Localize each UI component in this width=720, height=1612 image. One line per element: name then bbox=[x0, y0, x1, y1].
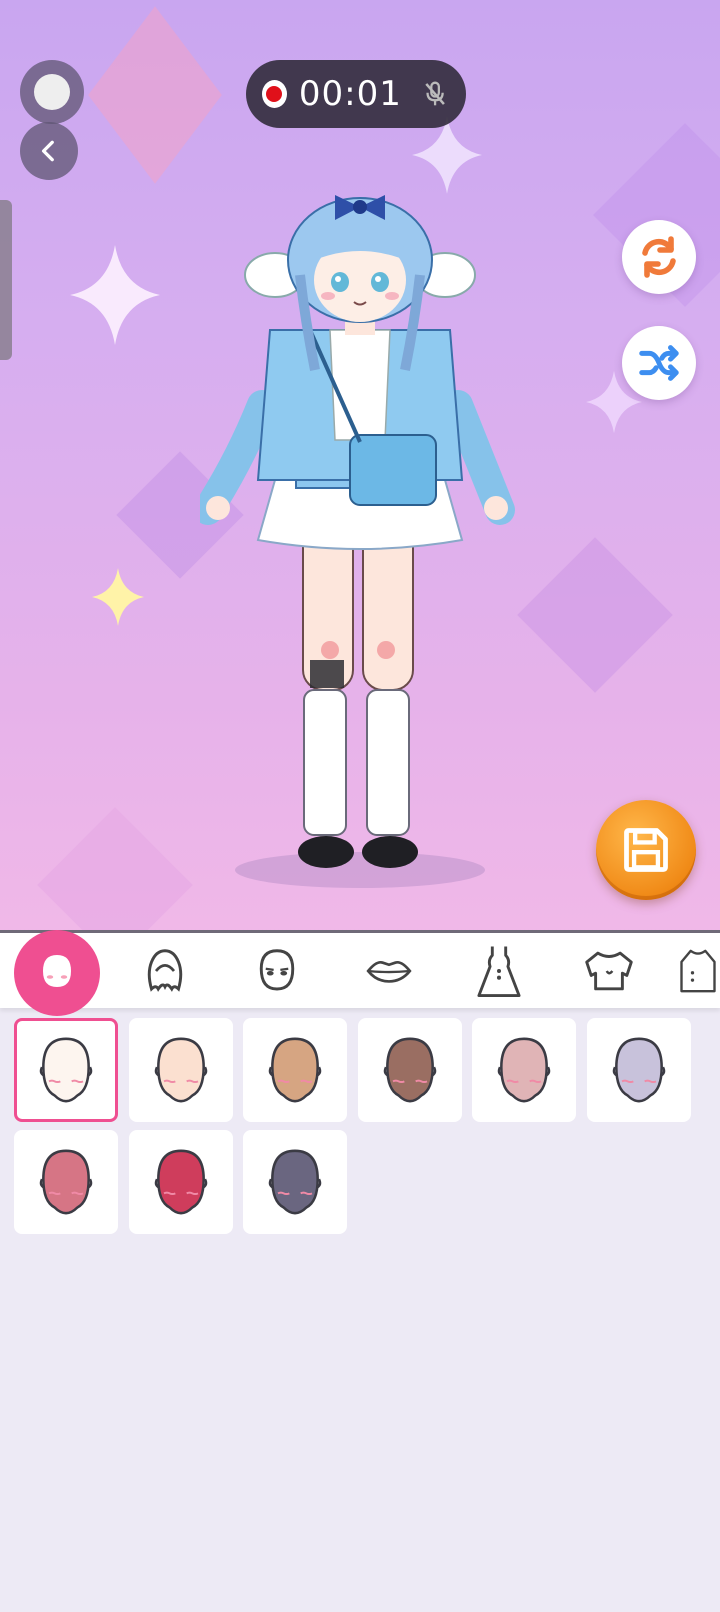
recording-timer[interactable]: 00:01 bbox=[246, 60, 466, 128]
head-shape-icon bbox=[39, 1037, 93, 1103]
skin-tone-swatch[interactable] bbox=[472, 1018, 576, 1122]
head-shape-icon bbox=[268, 1037, 322, 1103]
record-indicator-icon bbox=[262, 80, 287, 108]
head-shape-icon bbox=[497, 1037, 551, 1103]
character-avatar bbox=[200, 195, 515, 888]
side-drawer-handle[interactable] bbox=[0, 200, 12, 360]
shuffle-icon bbox=[639, 345, 679, 381]
head-shape-icon bbox=[383, 1037, 437, 1103]
face-icon bbox=[259, 949, 295, 991]
head-shape-icon bbox=[268, 1149, 322, 1215]
sparkle-icon bbox=[70, 245, 160, 345]
skin-tone-swatch[interactable] bbox=[243, 1018, 347, 1122]
sparkle-icon bbox=[92, 568, 144, 626]
floppy-disk-icon bbox=[624, 828, 668, 872]
hair-icon bbox=[147, 949, 183, 992]
skin-tone-swatch[interactable] bbox=[129, 1130, 233, 1234]
face-skin-icon bbox=[43, 955, 71, 987]
tab-skin[interactable] bbox=[12, 930, 102, 1016]
refresh-icon bbox=[642, 236, 676, 278]
tab-mouth[interactable] bbox=[344, 933, 434, 1009]
background-diamond bbox=[88, 6, 222, 184]
screen-recorder-toggle[interactable] bbox=[20, 60, 84, 124]
lips-icon bbox=[366, 960, 412, 983]
coat-icon bbox=[680, 949, 716, 993]
tab-dress[interactable] bbox=[454, 933, 544, 1009]
background-diamond bbox=[517, 537, 673, 693]
dress-icon bbox=[477, 946, 521, 997]
head-shape-icon bbox=[154, 1037, 208, 1103]
skin-tone-swatch[interactable] bbox=[243, 1130, 347, 1234]
category-tab-bar bbox=[0, 930, 720, 1016]
skin-tone-swatch[interactable] bbox=[358, 1018, 462, 1122]
skin-tone-swatch[interactable] bbox=[14, 1130, 118, 1234]
skin-tone-swatch[interactable] bbox=[14, 1018, 118, 1122]
head-shape-icon bbox=[39, 1149, 93, 1215]
randomize-button[interactable] bbox=[622, 326, 696, 400]
head-shape-icon bbox=[612, 1037, 666, 1103]
chevron-left-icon bbox=[41, 140, 54, 162]
back-button[interactable] bbox=[20, 122, 78, 180]
skin-tone-swatch[interactable] bbox=[129, 1018, 233, 1122]
record-dot-icon bbox=[34, 74, 70, 110]
save-button[interactable] bbox=[596, 800, 696, 900]
top-icon bbox=[585, 951, 633, 991]
tab-hair[interactable] bbox=[120, 933, 210, 1009]
mic-off-icon[interactable] bbox=[420, 77, 450, 111]
head-shape-icon bbox=[154, 1149, 208, 1215]
tab-top[interactable] bbox=[564, 933, 654, 1009]
tab-outerwear[interactable] bbox=[672, 933, 720, 1009]
tab-face[interactable] bbox=[232, 933, 322, 1009]
reset-button[interactable] bbox=[622, 220, 696, 294]
recording-time: 00:01 bbox=[298, 74, 402, 114]
skin-tone-swatch[interactable] bbox=[587, 1018, 691, 1122]
character-stage: 00:01 bbox=[0, 0, 720, 930]
background-diamond bbox=[37, 807, 193, 930]
